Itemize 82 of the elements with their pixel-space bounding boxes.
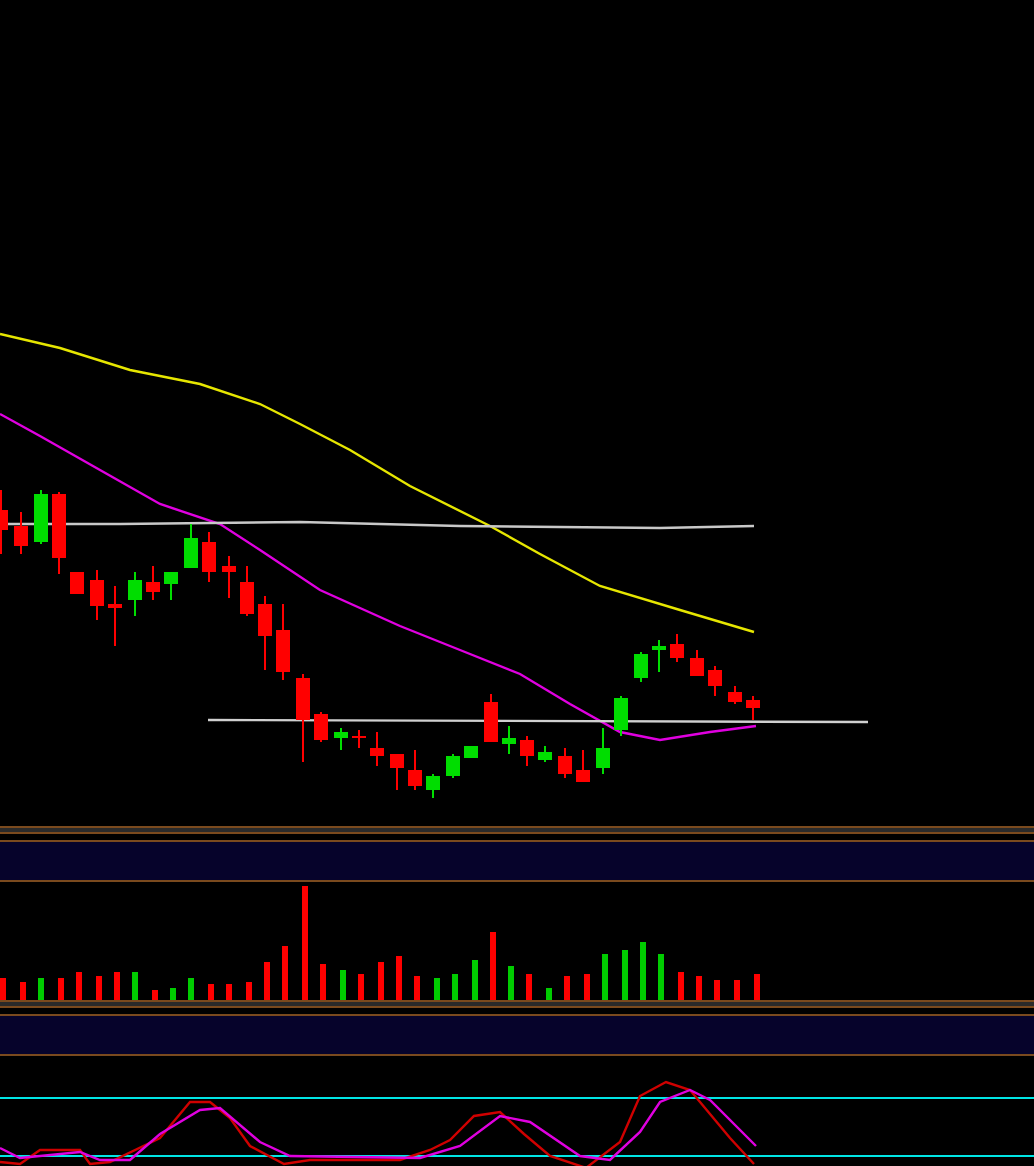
candlestick xyxy=(520,735,534,767)
candlestick xyxy=(464,745,478,759)
candlestick xyxy=(634,651,648,683)
volume-bar xyxy=(38,978,44,1000)
volume-bar xyxy=(340,970,346,1000)
candlestick xyxy=(184,523,198,569)
candlestick xyxy=(34,489,48,545)
volume-bar xyxy=(546,988,552,1000)
volume-bar xyxy=(622,950,628,1000)
candlestick xyxy=(276,603,290,681)
candlestick xyxy=(596,727,610,775)
volume-bar xyxy=(226,984,232,1000)
volume-bar xyxy=(490,932,496,1000)
volume-bar xyxy=(170,988,176,1000)
volume-bar xyxy=(564,976,570,1000)
volume-bar xyxy=(640,942,646,1000)
volume-bar xyxy=(152,990,158,1000)
candlestick xyxy=(202,531,216,583)
candlestick xyxy=(708,665,722,697)
candlestick xyxy=(108,585,122,647)
candlestick xyxy=(164,571,178,601)
volume-bar xyxy=(282,946,288,1000)
candlestick xyxy=(614,695,628,737)
volume-bar xyxy=(114,972,120,1000)
candlestick xyxy=(70,571,84,595)
candlestick xyxy=(390,753,404,791)
volume-bar xyxy=(132,972,138,1000)
volume-bar xyxy=(754,974,760,1000)
volume-bar xyxy=(696,976,702,1000)
volume-bar xyxy=(472,960,478,1000)
candlestick xyxy=(576,749,590,783)
candlestick xyxy=(296,673,310,763)
candlestick xyxy=(90,569,104,621)
volume-bar xyxy=(658,954,664,1000)
volume-bar xyxy=(508,966,514,1000)
candlestick xyxy=(426,773,440,799)
volume-bar xyxy=(302,886,308,1000)
candlestick xyxy=(728,685,742,705)
volume-bar xyxy=(264,962,270,1000)
candlestick xyxy=(446,753,460,779)
volume-bar xyxy=(452,974,458,1000)
volume-bar xyxy=(188,978,194,1000)
volume-bar xyxy=(378,962,384,1000)
volume-bar xyxy=(414,976,420,1000)
volume-bar xyxy=(584,974,590,1000)
volume-bar xyxy=(96,976,102,1000)
candlestick xyxy=(52,491,66,575)
candlestick xyxy=(334,727,348,751)
volume-bar xyxy=(0,978,6,1000)
candlestick xyxy=(128,571,142,617)
candlestick xyxy=(690,649,704,677)
volume-bar xyxy=(208,984,214,1000)
volume-bar xyxy=(358,974,364,1000)
volume-bar xyxy=(602,954,608,1000)
volume-bar xyxy=(434,978,440,1000)
volume-bar xyxy=(76,972,82,1000)
candlestick xyxy=(222,555,236,599)
volume-bar xyxy=(678,972,684,1000)
candlestick xyxy=(0,489,8,555)
candlestick xyxy=(484,693,498,743)
volume-bar xyxy=(246,982,252,1000)
candlestick xyxy=(240,565,254,617)
volume-bar xyxy=(396,956,402,1000)
candlestick xyxy=(314,711,328,743)
volume-bar xyxy=(20,982,26,1000)
candlestick xyxy=(408,749,422,791)
candlestick xyxy=(14,511,28,555)
volume-bar xyxy=(320,964,326,1000)
candlestick xyxy=(258,595,272,671)
volume-bar xyxy=(714,980,720,1000)
candlestick xyxy=(370,731,384,767)
candlestick xyxy=(502,725,516,755)
candlestick xyxy=(146,565,160,601)
volume-bar xyxy=(58,978,64,1000)
volume-bar xyxy=(734,980,740,1000)
volume-bar xyxy=(526,974,532,1000)
candlestick xyxy=(746,695,760,721)
candlestick xyxy=(670,633,684,663)
candlestick xyxy=(652,639,666,673)
candlestick xyxy=(352,729,366,749)
candlestick xyxy=(558,747,572,779)
candlestick xyxy=(538,745,552,763)
